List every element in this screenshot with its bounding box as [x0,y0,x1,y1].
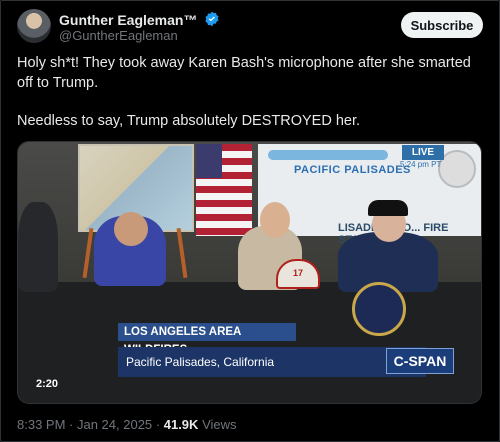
person-left [18,202,58,292]
person-head [114,212,148,246]
views-count[interactable]: 41.9K [164,417,199,432]
post-paragraph-1: Holy sh*t! They took away Karen Bash's m… [17,55,471,91]
video-player[interactable]: PACIFIC PALISADES LISADES STO... FIRE ST… [17,141,482,404]
american-flag [196,144,252,236]
backdrop-banner: PACIFIC PALISADES LISADES STO... FIRE ST… [258,144,481,246]
subscribe-button[interactable]: Subscribe [401,12,483,38]
meta-separator-2: · [152,417,164,432]
live-time: 5:24 pm PT [400,160,442,169]
verified-badge-icon [204,11,220,30]
author-handle[interactable]: @GuntherEagleman [59,28,178,43]
post-date[interactable]: Jan 24, 2025 [77,417,152,432]
post-text: Holy sh*t! They took away Karen Bash's m… [17,53,487,149]
post-header: Gunther Eagleman™ @GuntherEagleman Subsc… [17,9,483,45]
post-time[interactable]: 8:33 PM [17,417,65,432]
cap [368,200,408,216]
post-meta: 8:33 PM · Jan 24, 2025 · 41.9K Views [17,417,237,432]
views-label: Views [202,417,237,432]
live-badge: LIVE [402,145,444,160]
lower-third-location: Pacific Palisades, California [118,347,426,377]
banner-text: PACIFIC PALISADES [294,164,411,176]
lower-third-title: LOS ANGELES AREA WILDFIRES [118,323,296,356]
display-name[interactable]: Gunther Eagleman™ [59,12,197,28]
presidential-seal-icon [352,282,406,336]
person-head [260,202,290,238]
avatar[interactable] [17,9,51,43]
fire-helmet: 17 [276,259,320,289]
meta-separator: · [65,417,77,432]
post-card: Gunther Eagleman™ @GuntherEagleman Subsc… [0,0,500,442]
post-paragraph-2: Needless to say, Trump absolutely DESTRO… [17,113,361,129]
conference-table [18,282,481,403]
helmet-number: 17 [292,268,303,278]
video-duration: 2:20 [36,378,59,390]
network-logo: C-SPAN [386,348,454,374]
